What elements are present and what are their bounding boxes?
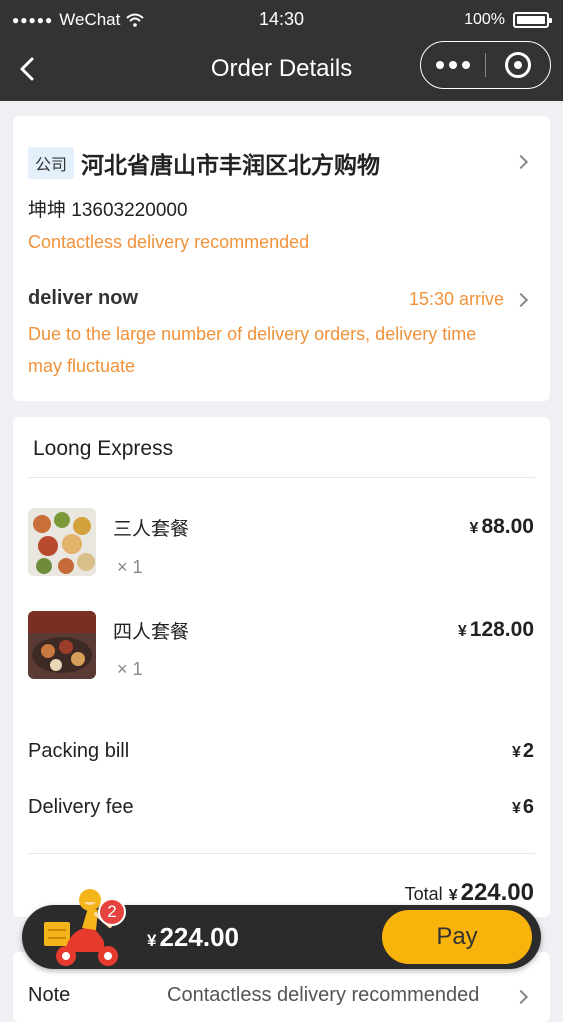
checkout-total-amount: 224.00	[159, 922, 239, 952]
packing-fee-value: ¥2	[512, 740, 534, 763]
item-price: ¥128.00	[458, 618, 534, 642]
shop-name: Loong Express	[33, 437, 174, 460]
packing-fee-amount: 2	[522, 740, 534, 762]
more-options-button[interactable]	[421, 42, 485, 88]
item-quantity: × 1	[117, 659, 143, 679]
status-right: 100%	[464, 11, 552, 29]
note-label: Note	[28, 984, 71, 1006]
target-close-icon	[504, 52, 531, 78]
chevron-right-icon[interactable]	[513, 154, 529, 170]
item-image	[28, 611, 96, 679]
item-image	[28, 508, 96, 576]
arrival-time[interactable]: 15:30 arrive	[409, 289, 504, 310]
delivery-fee-label: Delivery fee	[28, 796, 134, 818]
delivery-time-label: deliver now	[28, 287, 139, 309]
delivery-fluctuation-note: Due to the large number of delivery orde…	[28, 324, 477, 376]
divider	[28, 477, 535, 478]
delivery-rider-icon[interactable]	[38, 882, 128, 970]
mini-program-capsule	[420, 41, 551, 89]
currency-symbol: ¥	[511, 744, 521, 761]
more-dot-icon	[436, 61, 444, 69]
currency-symbol: ¥	[469, 520, 479, 537]
pay-button[interactable]: Pay	[382, 910, 532, 964]
item-price-value: 128.00	[469, 618, 534, 641]
address-text: 河北省唐山市丰润区北方购物	[81, 152, 381, 178]
total-amount: 224.00	[460, 879, 534, 906]
note-value: Contactless delivery recommended	[167, 984, 480, 1006]
delivery-fee-value: ¥6	[512, 796, 534, 819]
delivery-fee-amount: 6	[522, 796, 534, 818]
meal-photo-icon	[28, 611, 96, 679]
address-tag: 公司	[28, 147, 75, 179]
currency-symbol: ¥	[511, 800, 521, 817]
address-row: 公司 河北省唐山市丰润区北方购物	[28, 146, 380, 180]
nav-bar: Order Details	[0, 40, 563, 101]
packing-fee-label: Packing bill	[28, 740, 130, 762]
address-card[interactable]: 公司 河北省唐山市丰润区北方购物 坤坤 13603220000 Contactl…	[13, 116, 550, 401]
contactless-hint: Contactless delivery recommended	[28, 232, 310, 252]
order-card: Loong Express 三人套餐 × 1 ¥88.00 四人套餐 × 1 ¥…	[13, 417, 550, 917]
chevron-right-icon[interactable]	[513, 292, 529, 308]
currency-symbol: ¥	[448, 887, 458, 904]
currency-symbol: ¥	[457, 623, 467, 640]
item-price: ¥88.00	[470, 515, 534, 539]
meal-photo-icon	[28, 508, 96, 576]
item-name: 三人套餐	[113, 519, 190, 540]
cart-count-badge: 2	[98, 898, 126, 926]
battery-percent: 100%	[464, 11, 505, 28]
currency-symbol: ¥	[147, 931, 157, 950]
more-dot-icon	[462, 61, 470, 69]
battery-icon	[513, 12, 552, 28]
total-value: ¥224.00	[449, 879, 534, 907]
checkout-total: ¥224.00	[147, 922, 239, 953]
divider	[28, 853, 535, 854]
status-bar: ●●●●● WeChat 14:30 100%	[0, 0, 563, 40]
contact-info: 坤坤 13603220000	[28, 200, 188, 221]
item-price-value: 88.00	[481, 515, 534, 538]
close-mini-program-button[interactable]	[486, 42, 550, 88]
more-dot-icon	[449, 61, 457, 69]
item-quantity: × 1	[117, 557, 143, 577]
order-total: Total ¥224.00	[405, 879, 534, 907]
total-label: Total	[404, 884, 443, 904]
item-name: 四人套餐	[113, 622, 190, 643]
